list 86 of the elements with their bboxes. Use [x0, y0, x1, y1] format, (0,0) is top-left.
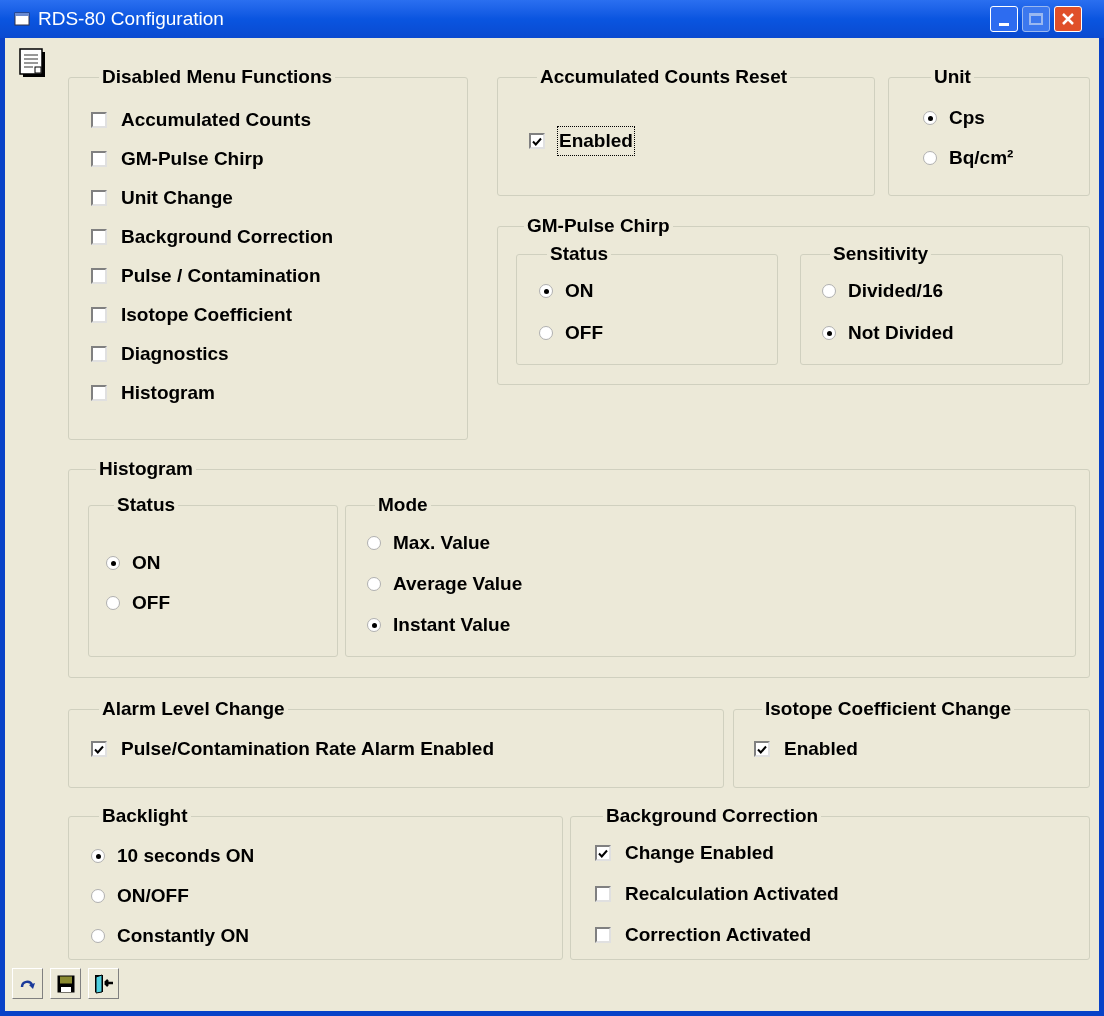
- radio-label[interactable]: ON: [565, 276, 594, 306]
- checkbox[interactable]: [595, 845, 611, 861]
- close-button[interactable]: [1054, 6, 1082, 32]
- checkbox-label[interactable]: Histogram: [120, 378, 216, 408]
- checkbox-label[interactable]: Correction Activated: [624, 920, 813, 950]
- radio-label[interactable]: Max. Value: [393, 528, 491, 558]
- checkbox[interactable]: [595, 927, 611, 943]
- radio-button[interactable]: [822, 326, 836, 340]
- radio-button[interactable]: [822, 284, 836, 298]
- radio-button[interactable]: [367, 577, 381, 591]
- radio-label[interactable]: OFF: [132, 588, 170, 618]
- save-button[interactable]: [50, 968, 81, 999]
- minimize-icon: [999, 23, 1009, 26]
- group-title: Isotope Coefficient Change: [764, 698, 1012, 720]
- checkbox[interactable]: [91, 112, 107, 128]
- group-title: Unit: [933, 66, 972, 88]
- checkmark-icon: [532, 136, 542, 146]
- group-title: Status: [116, 494, 177, 516]
- checkbox[interactable]: [91, 741, 107, 757]
- radio-label[interactable]: Average Value: [393, 569, 523, 599]
- radio-label[interactable]: Cps: [949, 103, 985, 133]
- checkbox[interactable]: [91, 307, 107, 323]
- checkbox-label[interactable]: Change Enabled: [624, 838, 775, 868]
- app-icon: [14, 12, 30, 26]
- group-title: Accumulated Counts Reset: [539, 66, 789, 88]
- document-icon: [19, 48, 47, 78]
- window-title: RDS-80 Configuration: [38, 6, 224, 31]
- radio-button[interactable]: [91, 849, 105, 863]
- radio-button[interactable]: [106, 596, 120, 610]
- checkbox[interactable]: [754, 741, 770, 757]
- radio-button[interactable]: [923, 151, 937, 165]
- group-title: GM-Pulse Chirp: [526, 215, 671, 237]
- door-exit-icon: [93, 973, 114, 994]
- group-title: Status: [549, 243, 610, 265]
- redo-button[interactable]: [12, 968, 43, 999]
- radio-button[interactable]: [923, 111, 937, 125]
- radio-button[interactable]: [539, 284, 553, 298]
- radio-button[interactable]: [91, 929, 105, 943]
- maximize-icon: [1029, 13, 1043, 25]
- group-title: Alarm Level Change: [101, 698, 286, 720]
- radio-label[interactable]: Not Divided: [848, 318, 954, 348]
- checkbox[interactable]: [91, 385, 107, 401]
- radio-button[interactable]: [106, 556, 120, 570]
- group-title: Disabled Menu Functions: [101, 66, 334, 88]
- maximize-button[interactable]: [1022, 6, 1050, 32]
- radio-label[interactable]: Constantly ON: [117, 921, 249, 951]
- radio-button[interactable]: [539, 326, 553, 340]
- checkbox[interactable]: [91, 190, 107, 206]
- group-title: Histogram: [98, 458, 194, 480]
- checkbox[interactable]: [91, 229, 107, 245]
- group-title: Sensitivity: [832, 243, 930, 265]
- checkbox-label[interactable]: Enabled: [558, 126, 634, 156]
- radio-label[interactable]: Bq/cm²: [949, 143, 1014, 173]
- checkmark-icon: [757, 744, 767, 754]
- close-icon: [1061, 12, 1075, 26]
- checkmark-icon: [94, 744, 104, 754]
- checkbox[interactable]: [529, 133, 545, 149]
- radio-button[interactable]: [367, 536, 381, 550]
- exit-button[interactable]: [88, 968, 119, 999]
- checkbox-label[interactable]: Pulse / Contamination: [120, 261, 322, 291]
- radio-label[interactable]: Divided/16: [848, 276, 944, 306]
- radio-label[interactable]: 10 seconds ON: [117, 841, 255, 871]
- radio-label[interactable]: ON/OFF: [117, 881, 189, 911]
- radio-button[interactable]: [367, 618, 381, 632]
- checkbox-label[interactable]: Pulse/Contamination Rate Alarm Enabled: [120, 734, 496, 764]
- checkbox-label[interactable]: Isotope Coefficient: [120, 300, 293, 330]
- checkbox-label[interactable]: GM-Pulse Chirp: [120, 144, 265, 174]
- checkbox[interactable]: [91, 151, 107, 167]
- group-title: Mode: [377, 494, 429, 516]
- checkmark-icon: [598, 848, 608, 858]
- radio-label[interactable]: Instant Value: [393, 610, 511, 640]
- checkbox-label[interactable]: Accumulated Counts: [120, 105, 313, 135]
- radio-label[interactable]: ON: [132, 548, 161, 578]
- checkbox-label[interactable]: Diagnostics: [120, 339, 230, 369]
- radio-button[interactable]: [91, 889, 105, 903]
- checkbox-label[interactable]: Enabled: [783, 734, 859, 764]
- checkbox[interactable]: [595, 886, 611, 902]
- radio-label[interactable]: OFF: [565, 318, 603, 348]
- minimize-button[interactable]: [990, 6, 1018, 32]
- checkbox-label[interactable]: Recalculation Activated: [624, 879, 840, 909]
- checkbox[interactable]: [91, 268, 107, 284]
- group-title: Background Correction: [605, 805, 820, 827]
- checkbox[interactable]: [91, 346, 107, 362]
- checkbox-label[interactable]: Unit Change: [120, 183, 234, 213]
- group-title: Backlight: [101, 805, 189, 827]
- checkbox-label[interactable]: Background Correction: [120, 222, 335, 252]
